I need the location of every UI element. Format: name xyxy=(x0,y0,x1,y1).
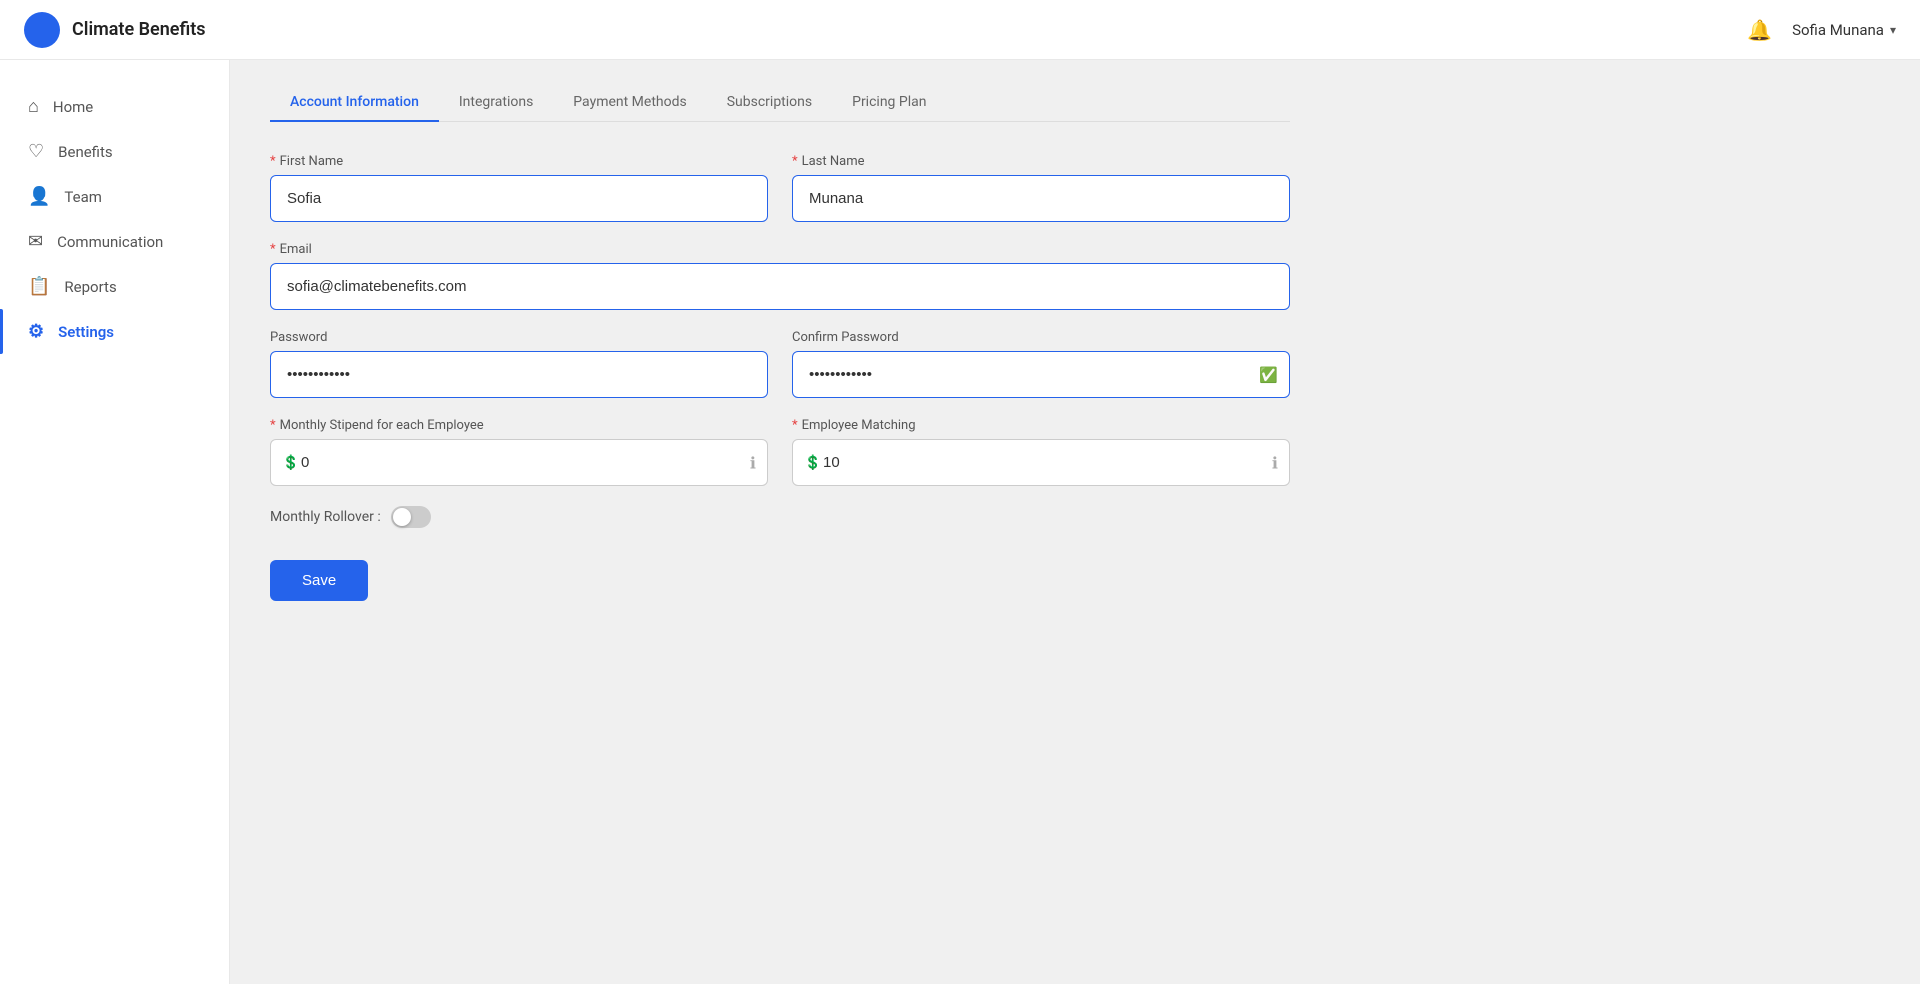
sidebar-item-label: Team xyxy=(64,188,102,206)
app-name: Climate Benefits xyxy=(72,19,206,40)
monthly-rollover-row: Monthly Rollover : xyxy=(270,506,1290,528)
reports-icon: 📋 xyxy=(28,276,50,297)
first-name-label: *First Name xyxy=(270,154,768,169)
dollar-icon-2: 💲 xyxy=(804,455,821,471)
confirm-password-label: Confirm Password xyxy=(792,330,1290,345)
email-row: *Email xyxy=(270,242,1290,310)
sidebar-item-team[interactable]: 👤 Team xyxy=(0,174,229,219)
sidebar-item-label: Home xyxy=(53,98,93,116)
password-group: Password xyxy=(270,330,768,398)
confirm-password-wrapper: ✅ xyxy=(792,351,1290,398)
password-label: Password xyxy=(270,330,768,345)
info-icon-matching[interactable]: ℹ xyxy=(1272,453,1278,472)
required-mark: * xyxy=(270,242,276,257)
layout: ⌂ Home ♡ Benefits 👤 Team ✉ Communication… xyxy=(0,60,1920,984)
employee-matching-input[interactable] xyxy=(792,439,1290,486)
employee-matching-wrapper: 💲 ℹ xyxy=(792,439,1290,486)
last-name-input[interactable] xyxy=(792,175,1290,222)
stipend-label: *Monthly Stipend for each Employee xyxy=(270,418,768,433)
sidebar-item-label: Settings xyxy=(58,323,114,341)
sidebar-item-home[interactable]: ⌂ Home xyxy=(0,84,229,129)
sidebar-item-communication[interactable]: ✉ Communication xyxy=(0,219,229,264)
chevron-down-icon: ▾ xyxy=(1890,23,1896,37)
last-name-group: *Last Name xyxy=(792,154,1290,222)
stipend-input-wrapper: 💲 ℹ xyxy=(270,439,768,486)
stipend-input[interactable] xyxy=(270,439,768,486)
sidebar-item-label: Communication xyxy=(57,233,163,251)
confirm-password-group: Confirm Password ✅ xyxy=(792,330,1290,398)
email-label: *Email xyxy=(270,242,1290,257)
required-mark: * xyxy=(270,154,276,169)
email-group: *Email xyxy=(270,242,1290,310)
content-area: Account Information Integrations Payment… xyxy=(230,60,1330,641)
stipend-row: *Monthly Stipend for each Employee 💲 ℹ *… xyxy=(270,418,1290,486)
tab-account-information[interactable]: Account Information xyxy=(270,84,439,122)
dollar-icon: 💲 xyxy=(282,455,299,471)
sidebar-item-reports[interactable]: 📋 Reports xyxy=(0,264,229,309)
home-icon: ⌂ xyxy=(28,96,39,117)
notification-icon[interactable]: 🔔 xyxy=(1747,18,1772,42)
email-input[interactable] xyxy=(270,263,1290,310)
account-form: *First Name *Last Name xyxy=(270,154,1290,601)
monthly-rollover-label: Monthly Rollover : xyxy=(270,509,381,525)
stipend-group: *Monthly Stipend for each Employee 💲 ℹ xyxy=(270,418,768,486)
main-content: Account Information Integrations Payment… xyxy=(230,60,1920,984)
mail-icon: ✉ xyxy=(28,231,43,252)
heart-icon: ♡ xyxy=(28,141,44,162)
sidebar: ⌂ Home ♡ Benefits 👤 Team ✉ Communication… xyxy=(0,60,230,984)
required-mark: * xyxy=(792,418,798,433)
monthly-rollover-toggle[interactable] xyxy=(391,506,431,528)
sidebar-item-label: Benefits xyxy=(58,143,113,161)
tab-integrations[interactable]: Integrations xyxy=(439,84,553,122)
required-mark: * xyxy=(792,154,798,169)
topnav: Climate Benefits 🔔 Sofia Munana ▾ xyxy=(0,0,1920,60)
save-button[interactable]: Save xyxy=(270,560,368,601)
logo-icon xyxy=(24,12,60,48)
employee-matching-group: *Employee Matching 💲 ℹ xyxy=(792,418,1290,486)
employee-matching-label: *Employee Matching xyxy=(792,418,1290,433)
sidebar-item-settings[interactable]: ⚙ Settings xyxy=(0,309,229,354)
password-row: Password Confirm Password ✅ xyxy=(270,330,1290,398)
sidebar-item-benefits[interactable]: ♡ Benefits xyxy=(0,129,229,174)
settings-tabs: Account Information Integrations Payment… xyxy=(270,60,1290,122)
confirm-password-input[interactable] xyxy=(792,351,1290,398)
topnav-left: Climate Benefits xyxy=(24,12,206,48)
first-name-group: *First Name xyxy=(270,154,768,222)
user-name: Sofia Munana xyxy=(1792,21,1884,39)
sidebar-item-label: Reports xyxy=(64,278,116,296)
first-name-input[interactable] xyxy=(270,175,768,222)
checkmark-icon: ✅ xyxy=(1259,366,1278,384)
name-row: *First Name *Last Name xyxy=(270,154,1290,222)
required-mark: * xyxy=(270,418,276,433)
info-icon-stipend[interactable]: ℹ xyxy=(750,453,756,472)
tab-payment-methods[interactable]: Payment Methods xyxy=(553,84,706,122)
password-input[interactable] xyxy=(270,351,768,398)
topnav-right: 🔔 Sofia Munana ▾ xyxy=(1747,18,1896,42)
tab-subscriptions[interactable]: Subscriptions xyxy=(707,84,832,122)
last-name-label: *Last Name xyxy=(792,154,1290,169)
gear-icon: ⚙ xyxy=(28,321,44,342)
tab-pricing-plan[interactable]: Pricing Plan xyxy=(832,84,946,122)
user-menu[interactable]: Sofia Munana ▾ xyxy=(1792,21,1896,39)
team-icon: 👤 xyxy=(28,186,50,207)
